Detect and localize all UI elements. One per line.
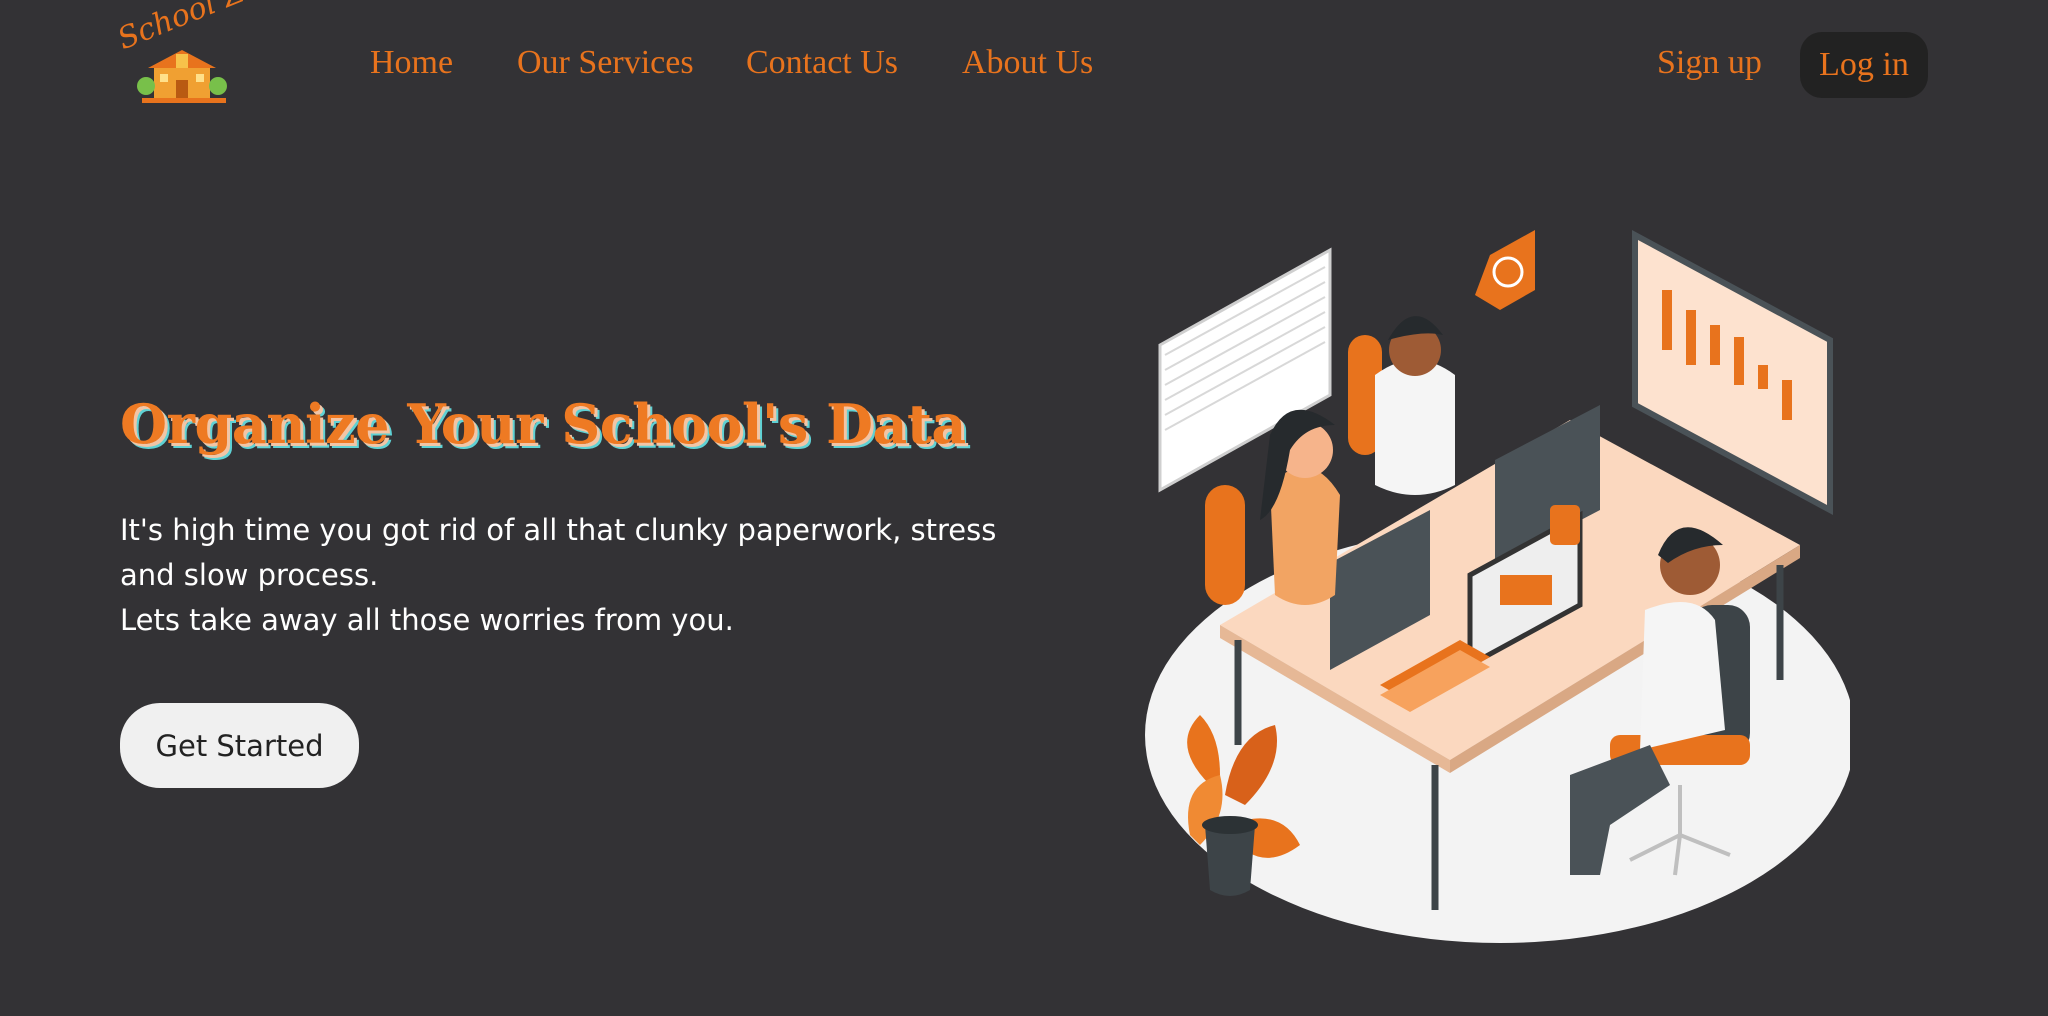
top-navbar: School Zone Home Our Services Contact Us… (0, 0, 2048, 135)
school-building-icon (137, 50, 227, 103)
hero-title: Organize Your School's Data (120, 392, 966, 456)
hero-line-2: Lets take away all those worries from yo… (120, 603, 734, 637)
get-started-button[interactable]: Get Started (120, 703, 359, 788)
signup-link[interactable]: Sign up (1657, 44, 1762, 82)
nav-contact-link[interactable]: Contact Us (746, 44, 898, 82)
school-zone-logo[interactable]: School Zone (113, 0, 300, 110)
login-button[interactable]: Log in (1800, 32, 1928, 98)
office-illustration (1145, 229, 1850, 943)
hero-description: It's high time you got rid of all that c… (120, 508, 1020, 643)
nav-home-link[interactable]: Home (370, 44, 453, 82)
hero-line-1: It's high time you got rid of all that c… (120, 513, 997, 592)
nav-about-link[interactable]: About Us (962, 44, 1093, 82)
nav-services-link[interactable]: Our Services (517, 44, 694, 82)
